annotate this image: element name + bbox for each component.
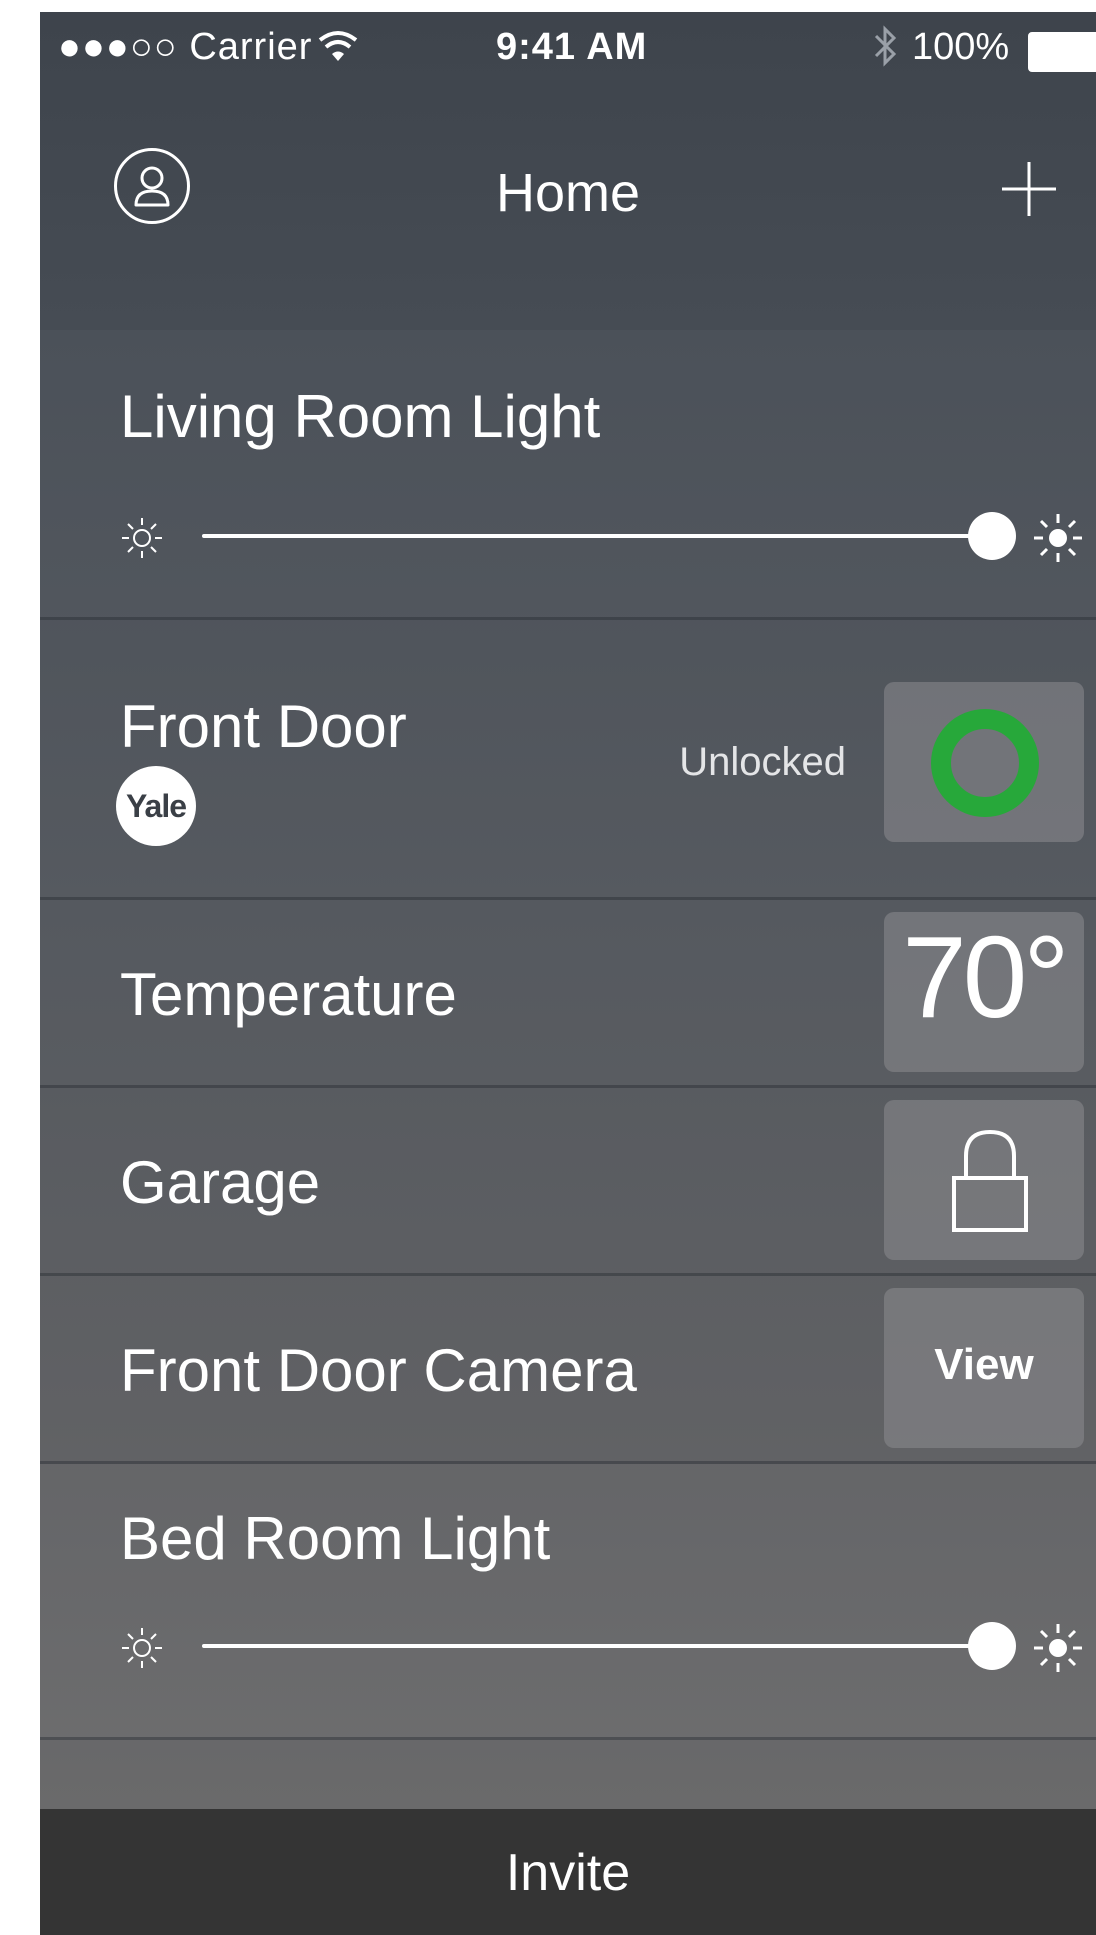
carrier-signal: ●●●○○ Carrier bbox=[58, 26, 313, 68]
yale-brand-logo: Yale bbox=[116, 766, 196, 846]
slider-thumb[interactable] bbox=[968, 512, 1016, 560]
device-title: Temperature bbox=[120, 961, 457, 1028]
phone-screen: ●●●○○ Carrier 9:41 AM 100% Home Living R… bbox=[40, 12, 1096, 1935]
device-title: Front Door Camera bbox=[120, 1337, 637, 1404]
device-row-living-room-light: Living Room Light bbox=[40, 330, 1096, 620]
device-row-front-door-camera: Front Door Camera View bbox=[40, 1276, 1096, 1464]
page-title: Home bbox=[495, 163, 641, 223]
navigation-bar: Home bbox=[40, 84, 1096, 330]
wifi-icon bbox=[318, 31, 358, 61]
garage-lock-toggle[interactable] bbox=[884, 1100, 1084, 1260]
invite-label: Invite bbox=[505, 1844, 631, 1902]
device-title: Living Room Light bbox=[120, 383, 601, 450]
device-title: Bed Room Light bbox=[120, 1505, 551, 1572]
slider-track[interactable] bbox=[202, 534, 992, 538]
view-label: View bbox=[934, 1340, 1034, 1389]
front-door-lock-toggle[interactable] bbox=[884, 682, 1084, 842]
clock: 9:41 AM bbox=[496, 26, 648, 68]
battery-icon bbox=[1028, 32, 1096, 72]
battery-percent: 100% bbox=[912, 26, 1010, 68]
status-bar: ●●●○○ Carrier 9:41 AM 100% bbox=[40, 12, 1096, 84]
padlock-icon bbox=[952, 1129, 1028, 1232]
temperature-tile[interactable]: 70° bbox=[884, 912, 1084, 1072]
bright-sun-icon bbox=[1034, 514, 1082, 562]
device-row-temperature: Temperature 70° bbox=[40, 900, 1096, 1088]
slider-track[interactable] bbox=[202, 1644, 992, 1648]
dim-sun-icon bbox=[122, 1628, 162, 1668]
device-row-bed-room-light: Bed Room Light bbox=[40, 1464, 1096, 1740]
temperature-value: 70° bbox=[902, 912, 1069, 1042]
camera-view-button[interactable]: View bbox=[884, 1288, 1084, 1448]
unlocked-ring-icon bbox=[931, 709, 1039, 817]
device-title: Front Door bbox=[120, 693, 407, 760]
lock-status-text: Unlocked bbox=[679, 740, 846, 784]
dim-sun-icon bbox=[122, 518, 162, 558]
bright-sun-icon bbox=[1034, 1624, 1082, 1672]
invite-button[interactable]: Invite bbox=[40, 1809, 1096, 1935]
plus-icon[interactable] bbox=[1000, 160, 1058, 218]
device-title: Garage bbox=[120, 1149, 321, 1216]
brightness-slider[interactable] bbox=[120, 506, 1082, 566]
device-row-front-door: Front Door Yale Unlocked bbox=[40, 620, 1096, 900]
slider-thumb[interactable] bbox=[968, 1622, 1016, 1670]
bluetooth-icon bbox=[874, 25, 897, 67]
brightness-slider[interactable] bbox=[120, 1616, 1082, 1676]
device-row-garage: Garage bbox=[40, 1088, 1096, 1276]
